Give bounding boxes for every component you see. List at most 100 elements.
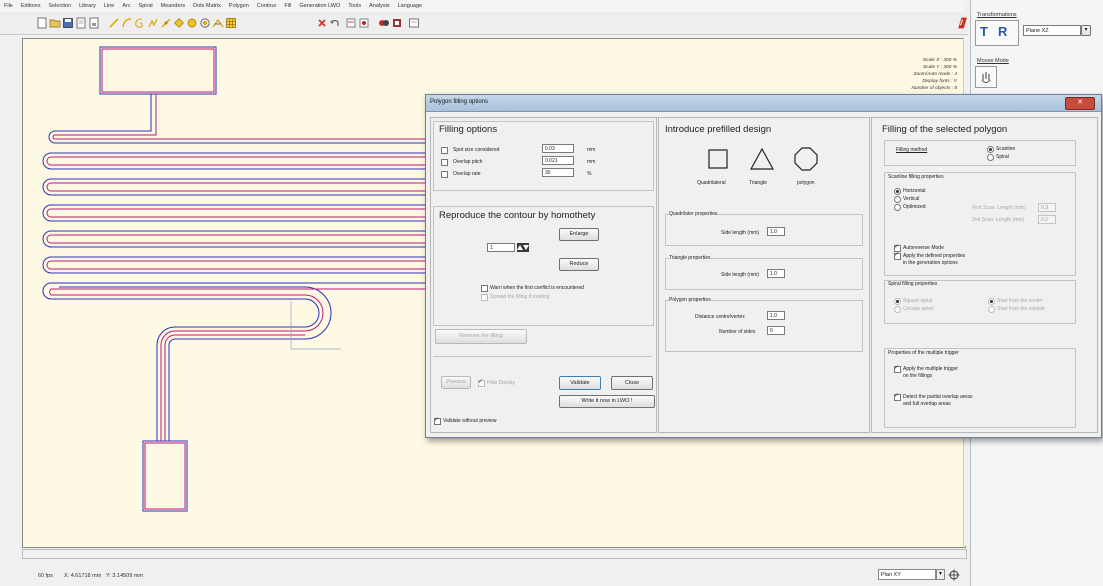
delete-icon[interactable] xyxy=(316,17,328,29)
menu-item[interactable]: Analysis xyxy=(369,3,389,9)
write-lwo-button[interactable]: Write it now in LWO ! xyxy=(559,395,655,408)
menu-item[interactable]: Meanders xyxy=(161,3,185,9)
remove-filling-button[interactable]: Remove the filling xyxy=(435,329,527,344)
tri-props-group xyxy=(665,258,863,290)
overlap-pitch-input[interactable]: 0.021 xyxy=(542,156,574,165)
translate-icon[interactable]: T xyxy=(980,24,988,39)
ungroup-icon[interactable] xyxy=(391,17,403,29)
open-folder-icon[interactable] xyxy=(49,17,61,29)
reduce-button[interactable]: Reduce xyxy=(559,258,599,271)
circle-tool-icon[interactable] xyxy=(186,17,198,29)
chevron-down-icon[interactable]: ▾ xyxy=(936,569,945,580)
mouse-mode-button[interactable] xyxy=(975,66,997,88)
serpentine-path-outer xyxy=(42,94,460,442)
spread-filling-checkbox[interactable] xyxy=(481,294,488,301)
align-icon[interactable] xyxy=(345,17,357,29)
preview-button[interactable]: Preview xyxy=(441,376,471,389)
chevron-down-icon[interactable]: ▾ xyxy=(1081,25,1091,36)
square-spiral-radio[interactable] xyxy=(894,298,901,305)
menu-item[interactable]: Line xyxy=(104,3,114,9)
homothety-count-input[interactable]: 1 xyxy=(487,243,515,252)
scanline-radio[interactable] xyxy=(987,146,994,153)
start-center-radio[interactable] xyxy=(988,298,995,305)
quad-side-input[interactable]: 1.0 xyxy=(767,227,785,236)
polygon-icon[interactable] xyxy=(791,144,821,174)
image-icon[interactable] xyxy=(408,17,420,29)
horizontal-radio[interactable] xyxy=(894,188,901,195)
vertical-radio[interactable] xyxy=(894,196,901,203)
fill-tool-icon[interactable] xyxy=(199,17,211,29)
menu-item[interactable]: Editions xyxy=(21,3,41,9)
spiral-tool-icon[interactable] xyxy=(134,17,146,29)
filling-options-heading: Filling options xyxy=(439,124,498,135)
arc-tool-icon[interactable] xyxy=(121,17,133,29)
quadrilateral-icon[interactable] xyxy=(703,144,733,174)
first-scan-length-input[interactable]: 0.3 xyxy=(1038,203,1056,212)
trigger-props-title: Properties of the multiple trigger xyxy=(888,350,959,356)
menu-item[interactable]: Tools xyxy=(348,3,361,9)
menu-item[interactable]: Library xyxy=(79,3,96,9)
validate-button[interactable]: Validate xyxy=(559,376,601,390)
poly-sides-input[interactable]: 6 xyxy=(767,326,785,335)
navigation-icon[interactable] xyxy=(948,569,960,581)
enlarge-button[interactable]: Enlarge xyxy=(559,228,599,241)
spot-size-checkbox[interactable] xyxy=(441,147,448,154)
second-scan-length-input[interactable]: 0.2 xyxy=(1038,215,1056,224)
menu-item[interactable]: Selection xyxy=(48,3,71,9)
grid-tool-icon[interactable] xyxy=(225,17,237,29)
menu-item[interactable]: Polygon xyxy=(229,3,249,9)
triangle-label: Triangle xyxy=(749,180,767,186)
overlap-rate-input[interactable]: 30 xyxy=(542,168,574,177)
optimized-radio[interactable] xyxy=(894,204,901,211)
dots-tool-icon[interactable] xyxy=(160,17,172,29)
menu-item[interactable]: Spiral xyxy=(139,3,153,9)
menu-item[interactable]: Language xyxy=(398,3,422,9)
warn-conflict-checkbox[interactable] xyxy=(481,285,488,292)
apply-defined-checkbox[interactable] xyxy=(894,251,901,260)
spiral-radio[interactable] xyxy=(987,154,994,161)
dialog-titlebar[interactable]: Polygon filling options ✕ xyxy=(426,95,1101,112)
menu-item[interactable]: Generation LWO xyxy=(299,3,340,9)
close-button[interactable]: Close xyxy=(611,376,653,390)
menu-item[interactable]: Dots Matrix xyxy=(193,3,221,9)
poly-distance-label: Distance centre/vertex xyxy=(695,314,745,320)
menu-item[interactable]: File xyxy=(4,3,13,9)
menu-item[interactable]: Fill xyxy=(284,3,291,9)
quad-side-label: Side length (mm) xyxy=(721,230,760,236)
save-icon[interactable] xyxy=(62,17,74,29)
spin-arrows-icon[interactable] xyxy=(517,243,529,252)
overlap-rate-checkbox[interactable] xyxy=(441,171,448,178)
triangle-icon[interactable] xyxy=(747,144,777,174)
new-file-icon[interactable] xyxy=(36,17,48,29)
detect-overlap-checkbox[interactable] xyxy=(894,392,901,401)
line-tool-icon[interactable] xyxy=(108,17,120,29)
plane-select[interactable]: Plan XY xyxy=(878,569,936,580)
circular-spiral-radio[interactable] xyxy=(894,306,901,313)
rotate-icon[interactable] xyxy=(358,17,370,29)
horizontal-scrollbar[interactable] xyxy=(22,549,967,559)
overlap-pitch-label: Overlap pitch xyxy=(453,159,483,165)
close-icon[interactable]: ✕ xyxy=(1065,97,1095,110)
poly-distance-input[interactable]: 1.0 xyxy=(767,311,785,320)
contour-tool-icon[interactable] xyxy=(212,17,224,29)
undo-icon[interactable] xyxy=(329,17,341,29)
menu-item[interactable]: Contour xyxy=(257,3,277,9)
fps-readout: 60 fps xyxy=(38,573,53,579)
start-outside-radio[interactable] xyxy=(988,306,995,313)
validate-without-preview-checkbox[interactable] xyxy=(434,416,441,425)
plane-dropdown[interactable]: Plane XZ xyxy=(1023,25,1081,36)
export-icon[interactable] xyxy=(88,17,100,29)
polygon-tool-icon[interactable] xyxy=(173,17,185,29)
group-icon[interactable] xyxy=(378,17,390,29)
meander-tool-icon[interactable] xyxy=(147,17,159,29)
hide-display-checkbox[interactable] xyxy=(478,378,485,387)
overlap-pitch-checkbox[interactable] xyxy=(441,159,448,166)
filling-method-label: Filling method xyxy=(896,147,928,153)
document-icon[interactable] xyxy=(75,17,87,29)
rotate-transform-icon[interactable]: R xyxy=(998,24,1007,39)
tri-side-input[interactable]: 1.0 xyxy=(767,269,785,278)
apply-trigger-checkbox[interactable] xyxy=(894,364,901,373)
menu-item[interactable]: Arc xyxy=(122,3,130,9)
tri-props-title: Triangle properties xyxy=(669,255,711,261)
spot-size-input[interactable]: 0.03 xyxy=(542,144,574,153)
